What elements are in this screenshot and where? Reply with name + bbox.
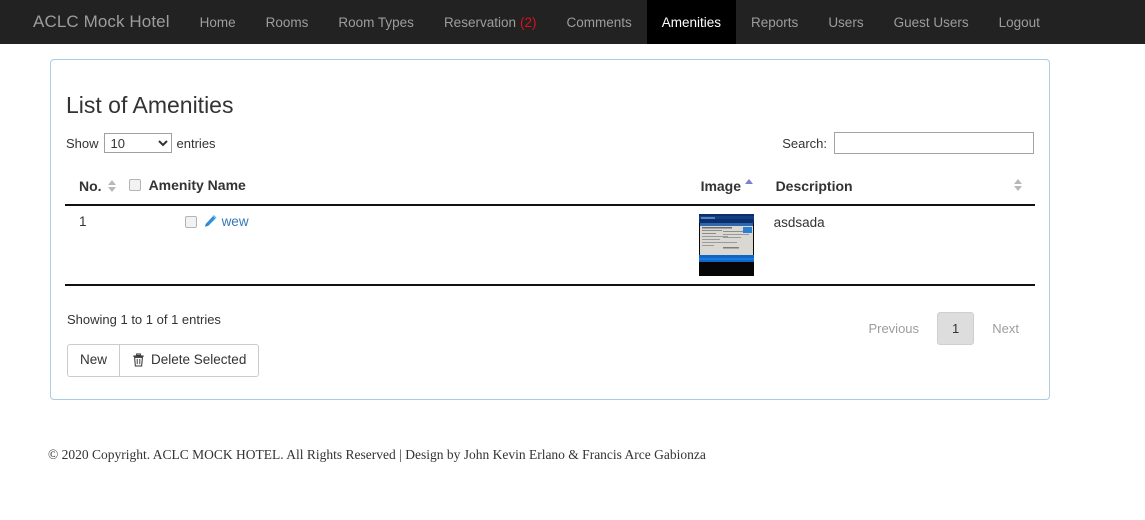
- nav-item-label: Users: [828, 14, 864, 30]
- nav-item-amenities[interactable]: Amenities: [646, 0, 737, 44]
- entries-label: entries: [176, 135, 216, 151]
- new-button[interactable]: New: [67, 344, 121, 377]
- sort-icon-no: [107, 179, 117, 193]
- show-label: Show: [66, 135, 99, 151]
- column-header-image[interactable]: Image: [376, 169, 764, 206]
- column-label-description: Description: [775, 178, 853, 194]
- column-header-description[interactable]: Description: [763, 169, 1035, 206]
- column-header-amenity-name[interactable]: Amenity Name: [126, 169, 377, 206]
- amenity-name-link[interactable]: wew: [222, 214, 249, 229]
- pencil-icon[interactable]: [203, 214, 218, 229]
- cell-description: asdsada: [763, 205, 1035, 286]
- column-header-no[interactable]: No.: [65, 169, 127, 206]
- nav-item-label: Reports: [751, 14, 799, 30]
- table-body: 1 wew asdsada: [65, 205, 1035, 286]
- site-copyright-footer: © 2020 Copyright. ACLC MOCK HOTEL. All R…: [48, 447, 706, 462]
- column-label-no: No.: [79, 178, 102, 194]
- navbar-brand[interactable]: ACLC Mock Hotel: [0, 0, 185, 44]
- pagination-next[interactable]: Next: [978, 312, 1033, 345]
- table-footer: Showing 1 to 1 of 1 entries New Delete S…: [65, 312, 1035, 377]
- nav-item-reports[interactable]: Reports: [736, 0, 813, 44]
- new-button-label: New: [80, 352, 108, 367]
- nav-item-label: Guest Users: [893, 14, 969, 30]
- nav-item-guest-users[interactable]: Guest Users: [879, 0, 984, 44]
- search-input[interactable]: [834, 132, 1034, 154]
- trash-icon: [132, 353, 145, 367]
- nav-item-users[interactable]: Users: [813, 0, 878, 44]
- table-head: No. Amenity Name Image Description: [65, 169, 1035, 206]
- footer-left: Showing 1 to 1 of 1 entries New Delete S…: [67, 312, 260, 377]
- cell-no: 1: [65, 205, 127, 286]
- nav-item-label: Home: [199, 14, 236, 30]
- page-length-select[interactable]: 10 25 50 100: [103, 133, 172, 153]
- column-label-amenity-name: Amenity Name: [148, 177, 246, 193]
- column-label-image: Image: [700, 178, 742, 194]
- nav-item-home[interactable]: Home: [185, 0, 251, 44]
- nav-item-rooms[interactable]: Rooms: [251, 0, 324, 44]
- search-label: Search:: [782, 135, 827, 151]
- cell-image: [376, 205, 764, 286]
- pagination: Previous 1 Next: [854, 312, 1033, 345]
- nav-item-label: Amenities: [661, 14, 722, 30]
- page-title: List of Amenities: [66, 92, 234, 118]
- delete-selected-button[interactable]: Delete Selected: [120, 344, 260, 377]
- select-all-checkbox[interactable]: [128, 179, 141, 191]
- delete-selected-label: Delete Selected: [151, 352, 247, 367]
- amenity-thumbnail-image[interactable]: [698, 214, 754, 276]
- card-body: List of Amenities Show 10 25 50 100 entr…: [51, 60, 1049, 399]
- pagination-page-1[interactable]: 1: [937, 312, 975, 345]
- amenities-table: No. Amenity Name Image Description 1 wew…: [65, 169, 1035, 286]
- nav-item-reservation[interactable]: Reservation (2): [429, 0, 552, 44]
- table-info: Showing 1 to 1 of 1 entries: [67, 312, 221, 327]
- search-control: Search:: [782, 132, 1034, 154]
- row-select-checkbox[interactable]: [184, 215, 197, 228]
- nav-item-label: Room Types: [338, 14, 414, 30]
- amenities-card: List of Amenities Show 10 25 50 100 entr…: [50, 59, 1050, 400]
- sort-icon-image-ascending: [744, 178, 754, 192]
- nav-item-label: Logout: [998, 14, 1040, 30]
- table-controls: Show 10 25 50 100 entries Search:: [65, 125, 1035, 159]
- nav-item-room-types[interactable]: Room Types: [323, 0, 429, 44]
- cell-amenity-name: wew: [126, 205, 377, 286]
- navbar-links: Home Rooms Room Types Reservation (2) Co…: [185, 0, 1055, 44]
- sort-icon-description: [1014, 178, 1023, 192]
- nav-item-logout[interactable]: Logout: [984, 0, 1055, 44]
- action-button-group: New Delete Selected: [67, 344, 260, 377]
- reservation-count-badge: (2): [519, 14, 537, 30]
- nav-item-label: Reservation: [443, 14, 516, 30]
- page-length-control: Show 10 25 50 100 entries: [66, 133, 216, 153]
- nav-item-comments[interactable]: Comments: [551, 0, 646, 44]
- nav-item-label: Rooms: [265, 14, 309, 30]
- table-header-row: No. Amenity Name Image Description: [65, 169, 1035, 206]
- nav-item-label: Comments: [566, 14, 632, 30]
- table-row: 1 wew asdsada: [65, 205, 1035, 286]
- pagination-previous[interactable]: Previous: [854, 312, 933, 345]
- top-navbar: ACLC Mock Hotel Home Rooms Room Types Re…: [0, 0, 1145, 44]
